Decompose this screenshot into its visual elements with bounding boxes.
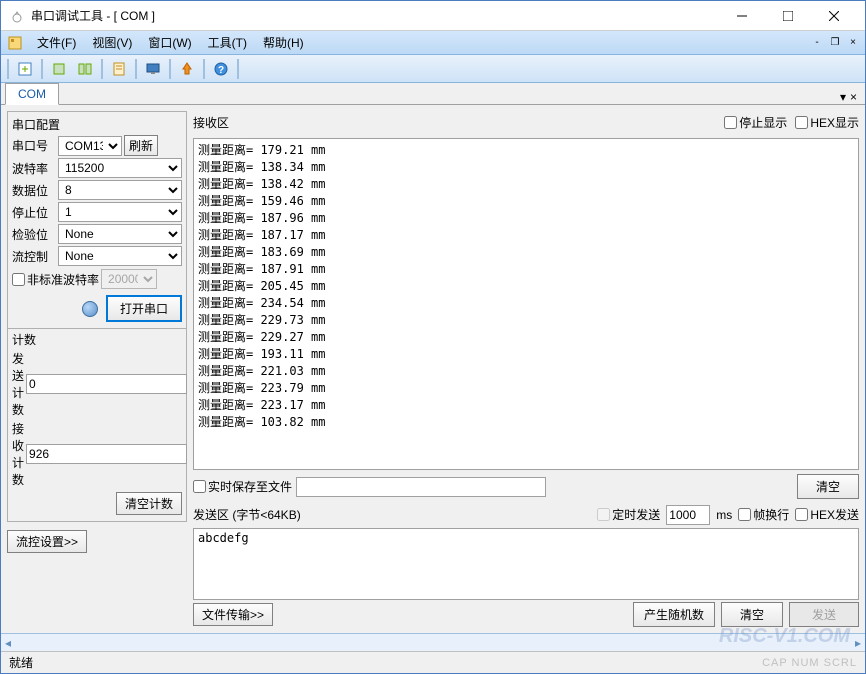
hex-display-checkbox[interactable] — [795, 116, 808, 129]
port-indicator-icon — [82, 301, 98, 317]
menu-help[interactable]: 帮助(H) — [255, 32, 312, 53]
recv-title: 接收区 — [193, 114, 716, 131]
status-indicators: CAP NUM SCRL — [762, 657, 857, 669]
baud-label: 波特率 — [12, 160, 56, 177]
left-panel: 串口配置 串口号 COM13 刷新 波特率 115200 数据位 8 停止位 1 — [7, 111, 187, 627]
stopbits-select[interactable]: 1 — [58, 202, 182, 222]
close-button[interactable] — [811, 2, 857, 30]
clear-recv-button[interactable]: 清空 — [797, 474, 859, 499]
tool-split-icon[interactable] — [73, 57, 97, 81]
config-fieldset: 串口配置 串口号 COM13 刷新 波特率 115200 数据位 8 停止位 1 — [7, 111, 187, 329]
baud-select[interactable]: 115200 — [58, 158, 182, 178]
statusbar: 就绪 CAP NUM SCRL — [1, 651, 865, 673]
tab-close-icon[interactable]: × — [850, 90, 857, 104]
nonstd-checkbox[interactable] — [12, 273, 25, 286]
port-select[interactable]: COM13 — [58, 136, 122, 156]
tool-new-icon[interactable] — [13, 57, 37, 81]
hex-send-checkbox[interactable] — [795, 508, 808, 521]
tool-help-icon[interactable]: ? — [209, 57, 233, 81]
tab-com[interactable]: COM — [5, 83, 59, 105]
send-button[interactable]: 发送 — [789, 602, 859, 627]
menu-window[interactable]: 窗口(W) — [140, 32, 199, 53]
newline-label: 帧换行 — [753, 506, 789, 523]
menubar: 文件(F) 视图(V) 窗口(W) 工具(T) 帮助(H) - ❐ × — [1, 31, 865, 55]
save-path-input[interactable] — [296, 477, 545, 497]
config-title: 串口配置 — [12, 116, 182, 133]
mdi-close-icon[interactable]: × — [845, 36, 861, 50]
file-transfer-button[interactable]: 文件传输>> — [193, 603, 273, 626]
mdi-restore-icon[interactable]: ❐ — [827, 36, 843, 50]
tool-single-icon[interactable] — [47, 57, 71, 81]
databits-label: 数据位 — [12, 182, 56, 199]
send-count-label: 发送计数 — [12, 350, 24, 418]
send-textarea[interactable] — [193, 528, 859, 600]
hex-send-label: HEX发送 — [810, 506, 859, 523]
toolbar: ? — [1, 55, 865, 83]
svg-text:?: ? — [218, 65, 224, 76]
app-icon — [9, 8, 25, 24]
clear-count-button[interactable]: 清空计数 — [116, 492, 182, 515]
maximize-button[interactable] — [765, 2, 811, 30]
stop-display-checkbox[interactable] — [724, 116, 737, 129]
window-title: 串口调试工具 - [ COM ] — [31, 7, 719, 24]
stop-display-label: 停止显示 — [739, 114, 787, 131]
clear-send-button[interactable]: 清空 — [721, 602, 783, 627]
nonstd-label: 非标准波特率 — [27, 271, 99, 288]
open-port-button[interactable]: 打开串口 — [106, 295, 182, 322]
status-text: 就绪 — [9, 654, 33, 671]
save-file-label: 实时保存至文件 — [208, 478, 292, 495]
parity-select[interactable]: None — [58, 224, 182, 244]
right-panel: 接收区 停止显示 HEX显示 测量距离= 179.21 mm 测量距离= 138… — [193, 111, 859, 627]
timer-input[interactable] — [666, 505, 710, 525]
minimize-button[interactable] — [719, 2, 765, 30]
tab-dropdown-icon[interactable]: ▾ — [840, 90, 846, 104]
hex-display-label: HEX显示 — [810, 114, 859, 131]
timer-send-checkbox[interactable] — [597, 508, 610, 521]
flow-label: 流控制 — [12, 248, 56, 265]
horizontal-scrollbar[interactable]: ◂ ▸ — [1, 633, 865, 651]
menu-tool[interactable]: 工具(T) — [200, 32, 255, 53]
flow-select[interactable]: None — [58, 246, 182, 266]
nonstd-select: 200000 — [101, 269, 157, 289]
recv-count-label: 接收计数 — [12, 420, 24, 488]
parity-label: 检验位 — [12, 226, 56, 243]
databits-select[interactable]: 8 — [58, 180, 182, 200]
tool-monitor-icon[interactable] — [141, 57, 165, 81]
recv-textarea[interactable]: 测量距离= 179.21 mm 测量距离= 138.34 mm 测量距离= 13… — [193, 138, 859, 470]
send-title: 发送区 (字节<64KB) — [193, 506, 591, 523]
mdi-minimize-icon[interactable]: - — [809, 36, 825, 50]
count-fieldset: 计数 发送计数 接收计数 清空计数 — [7, 327, 187, 522]
timer-send-label: 定时发送 — [612, 506, 660, 523]
newline-checkbox[interactable] — [738, 508, 751, 521]
tabbar: COM ▾ × — [1, 83, 865, 105]
stopbits-label: 停止位 — [12, 204, 56, 221]
menu-file[interactable]: 文件(F) — [29, 32, 84, 53]
recv-count-input[interactable] — [26, 444, 187, 464]
count-title: 计数 — [12, 331, 182, 348]
random-button[interactable]: 产生随机数 — [633, 602, 715, 627]
menu-view[interactable]: 视图(V) — [84, 32, 140, 53]
titlebar: 串口调试工具 - [ COM ] — [1, 1, 865, 31]
menubar-icon — [5, 33, 25, 53]
flow-settings-button[interactable]: 流控设置>> — [7, 530, 87, 553]
ms-label: ms — [716, 508, 732, 522]
save-file-checkbox[interactable] — [193, 480, 206, 493]
tool-upgrade-icon[interactable] — [175, 57, 199, 81]
tool-doc-icon[interactable] — [107, 57, 131, 81]
refresh-button[interactable]: 刷新 — [124, 135, 158, 156]
send-count-input[interactable] — [26, 374, 187, 394]
port-label: 串口号 — [12, 137, 56, 154]
